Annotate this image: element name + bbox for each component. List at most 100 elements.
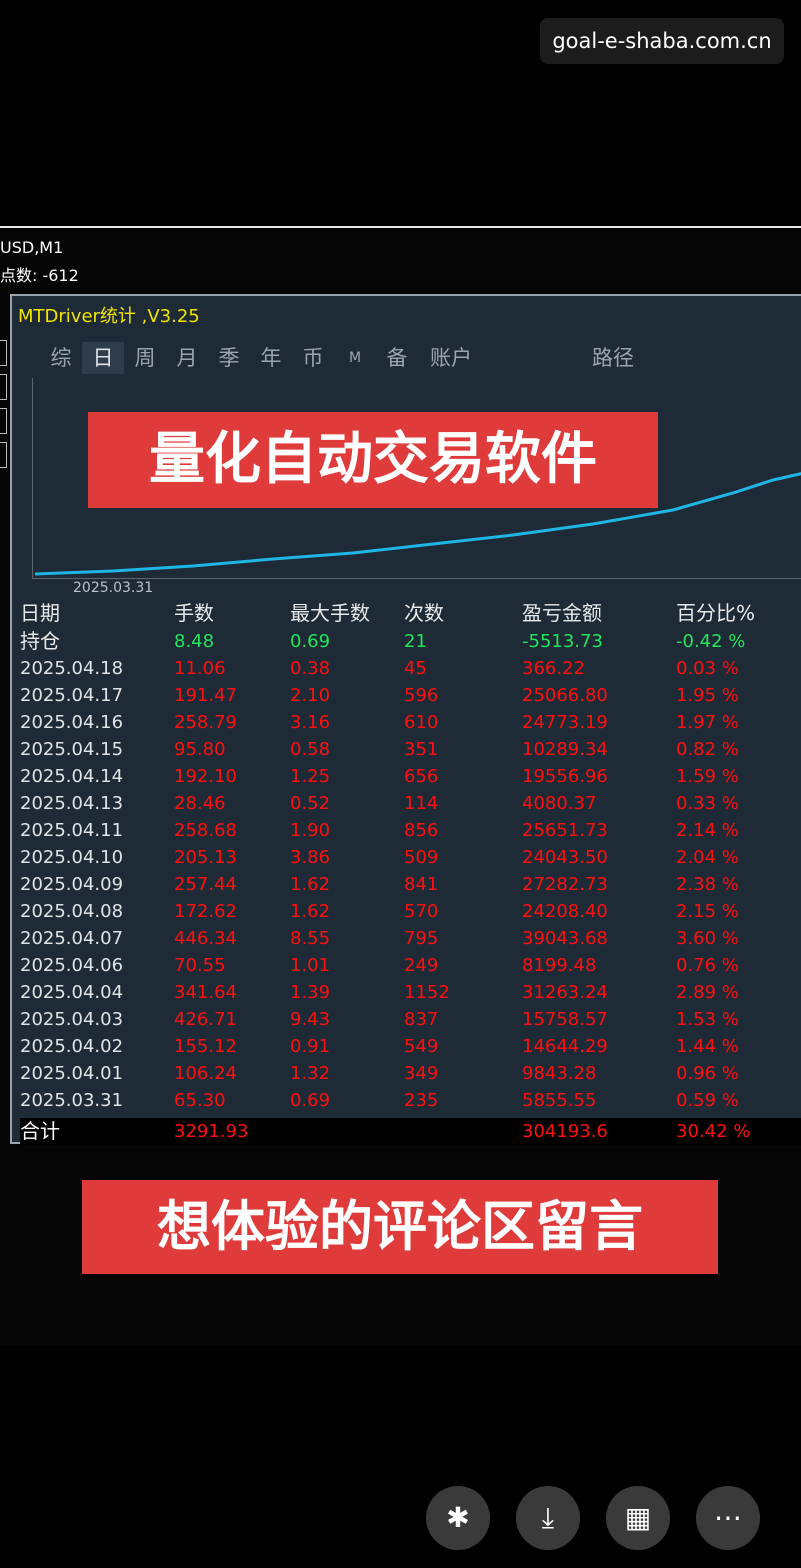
row-lots: 426.71 [174, 1009, 237, 1030]
row-pnl: 19556.96 [522, 766, 608, 787]
tab-currency[interactable]: 币 [292, 342, 334, 374]
table-row: 2025.03.31 65.30 0.69 235 5855.55 0.59 % [20, 1087, 801, 1114]
header-percent: 百分比% [676, 601, 756, 625]
table-row: 2025.04.04 341.64 1.39 1152 31263.24 2.89 % [20, 979, 801, 1006]
promo-banner-top: 量化自动交易软件 [88, 412, 658, 508]
row-max-lots: 1.39 [290, 982, 331, 1003]
table-row: 2025.04.10 205.13 3.86 509 24043.50 2.04 % [20, 844, 801, 871]
row-count: 570 [404, 901, 439, 922]
row-lots: 341.64 [174, 982, 237, 1003]
row-percent: 2.89 % [676, 982, 739, 1003]
row-percent: 1.97 % [676, 712, 739, 733]
total-percent: 30.42 % [676, 1121, 751, 1142]
tab-summary[interactable]: 综 [40, 342, 82, 374]
row-count: 235 [404, 1090, 439, 1111]
row-date: 2025.04.15 [20, 739, 124, 760]
row-date: 2025.04.02 [20, 1036, 124, 1057]
row-max-lots: 1.32 [290, 1063, 331, 1084]
row-count: 856 [404, 820, 439, 841]
row-lots: 446.34 [174, 928, 237, 949]
row-lots: 205.13 [174, 847, 237, 868]
holding-label: 持仓 [20, 629, 60, 653]
row-count: 837 [404, 1009, 439, 1030]
row-date: 2025.04.18 [20, 658, 124, 679]
row-percent: 0.33 % [676, 793, 739, 814]
row-max-lots: 0.91 [290, 1036, 331, 1057]
row-date: 2025.04.10 [20, 847, 124, 868]
row-pnl: 8199.48 [522, 955, 597, 976]
tab-account[interactable]: 账户 [418, 342, 484, 374]
row-count: 114 [404, 793, 439, 814]
header-date: 日期 [20, 601, 60, 625]
row-count: 509 [404, 847, 439, 868]
row-percent: 1.95 % [676, 685, 739, 706]
row-date: 2025.04.03 [20, 1009, 124, 1030]
holding-max-lots: 0.69 [290, 631, 331, 652]
tab-path[interactable]: 路径 [580, 342, 646, 374]
sparkle-icon[interactable]: ✱ [426, 1486, 490, 1550]
row-pnl: 25066.80 [522, 685, 608, 706]
row-count: 249 [404, 955, 439, 976]
table-header: 日期 手数 最大手数 次数 盈亏金额 百分比% [20, 598, 801, 628]
table-row: 2025.04.02 155.12 0.91 549 14644.29 1.44 % [20, 1033, 801, 1060]
row-date: 2025.04.13 [20, 793, 124, 814]
grid-icon[interactable]: ▦ [606, 1486, 670, 1550]
row-lots: 11.06 [174, 658, 226, 679]
points-label: 点数: -612 [0, 266, 79, 285]
row-lots: 106.24 [174, 1063, 237, 1084]
holding-percent: -0.42 % [676, 631, 746, 652]
row-pnl: 14644.29 [522, 1036, 608, 1057]
tab-m[interactable]: M [334, 342, 376, 374]
table-row: 2025.04.17 191.47 2.10 596 25066.80 1.95 % [20, 682, 801, 709]
row-percent: 3.60 % [676, 928, 739, 949]
row-count: 610 [404, 712, 439, 733]
more-icon[interactable]: ⋯ [696, 1486, 760, 1550]
mt-chart-window: USD,M1 点数: -612 MTDriver统计 ,V3.25 综 日 周 … [0, 226, 801, 1346]
table-row: 2025.04.11 258.68 1.90 856 25651.73 2.14 % [20, 817, 801, 844]
row-date: 2025.04.06 [20, 955, 124, 976]
row-max-lots: 0.58 [290, 739, 331, 760]
row-percent: 1.44 % [676, 1036, 739, 1057]
tab-year[interactable]: 年 [250, 342, 292, 374]
row-max-lots: 1.25 [290, 766, 331, 787]
row-count: 349 [404, 1063, 439, 1084]
row-max-lots: 1.90 [290, 820, 331, 841]
row-pnl: 5855.55 [522, 1090, 597, 1111]
row-date: 2025.04.08 [20, 901, 124, 922]
row-max-lots: 0.38 [290, 658, 331, 679]
row-percent: 1.53 % [676, 1009, 739, 1030]
total-count [404, 1118, 522, 1145]
row-pnl: 24773.19 [522, 712, 608, 733]
tab-week[interactable]: 周 [124, 342, 166, 374]
row-lots: 70.55 [174, 955, 226, 976]
total-row: 合计 3291.93 304193.6 30.42 % [20, 1118, 801, 1145]
row-lots: 192.10 [174, 766, 237, 787]
row-pnl: 24043.50 [522, 847, 608, 868]
row-lots: 258.79 [174, 712, 237, 733]
tab-note[interactable]: 备 [376, 342, 418, 374]
row-lots: 65.30 [174, 1090, 226, 1111]
table-body: 2025.04.18 11.06 0.38 45 366.22 0.03 % 2025.04… [20, 655, 801, 1114]
row-date: 2025.04.01 [20, 1063, 124, 1084]
row-percent: 2.15 % [676, 901, 739, 922]
table-row: 2025.04.06 70.55 1.01 249 8199.48 0.76 % [20, 952, 801, 979]
chart-header: USD,M1 点数: -612 [0, 234, 79, 290]
tab-month[interactable]: 月 [166, 342, 208, 374]
header-pnl: 盈亏金额 [522, 601, 602, 625]
row-pnl: 366.22 [522, 658, 585, 679]
equity-start-date: 2025.03.31 [73, 580, 154, 596]
row-pnl: 15758.57 [522, 1009, 608, 1030]
total-lots: 3291.93 [174, 1121, 249, 1142]
row-count: 45 [404, 658, 427, 679]
daily-stats-table: 日期 手数 最大手数 次数 盈亏金额 百分比% 持仓 8.48 0.69 21 … [20, 598, 801, 1145]
promo-banner-bottom: 想体验的评论区留言 [82, 1180, 718, 1274]
row-lots: 95.80 [174, 739, 226, 760]
download-icon[interactable]: ⤓ [516, 1486, 580, 1550]
row-count: 795 [404, 928, 439, 949]
row-lots: 155.12 [174, 1036, 237, 1057]
tab-quarter[interactable]: 季 [208, 342, 250, 374]
row-count: 351 [404, 739, 439, 760]
row-lots: 28.46 [174, 793, 226, 814]
tab-day[interactable]: 日 [82, 342, 124, 374]
holding-row: 持仓 8.48 0.69 21 -5513.73 -0.42 % [20, 628, 801, 655]
